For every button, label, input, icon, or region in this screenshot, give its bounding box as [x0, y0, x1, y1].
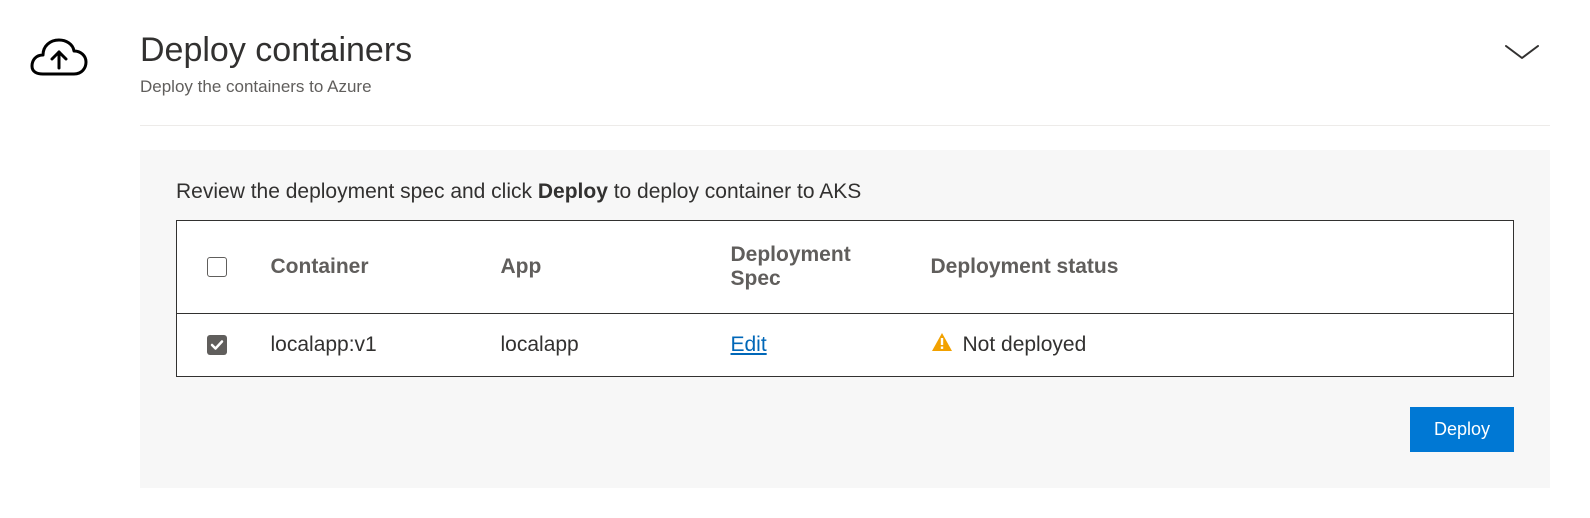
instruction-text: Review the deployment spec and click Dep… — [176, 180, 1514, 204]
divider — [140, 125, 1550, 126]
page-title: Deploy containers — [140, 30, 412, 71]
instruction-pre: Review the deployment spec and click — [176, 180, 538, 203]
select-all-checkbox[interactable] — [207, 257, 227, 277]
cell-container: localapp:v1 — [257, 313, 487, 376]
column-header-container: Container — [257, 220, 487, 313]
column-header-app: App — [487, 220, 717, 313]
instruction-bold: Deploy — [538, 180, 608, 203]
table-row: localapp:v1 localapp Edit — [177, 313, 1514, 376]
cell-app: localapp — [487, 313, 717, 376]
cloud-upload-icon — [30, 69, 88, 86]
chevron-down-icon[interactable] — [1504, 42, 1540, 67]
column-header-status: Deployment status — [917, 220, 1514, 313]
column-header-spec: Deployment Spec — [717, 220, 917, 313]
page-subtitle: Deploy the containers to Azure — [140, 77, 412, 97]
deploy-button[interactable]: Deploy — [1410, 407, 1514, 452]
table-header-row: Container App Deployment Spec Deployment… — [177, 220, 1514, 313]
containers-table: Container App Deployment Spec Deployment… — [176, 220, 1514, 377]
deploy-panel: Review the deployment spec and click Dep… — [140, 150, 1550, 488]
status-text: Not deployed — [963, 333, 1087, 357]
row-checkbox[interactable] — [207, 335, 227, 355]
edit-spec-link[interactable]: Edit — [731, 333, 767, 356]
warning-icon — [931, 332, 953, 358]
instruction-post: to deploy container to AKS — [608, 180, 861, 203]
